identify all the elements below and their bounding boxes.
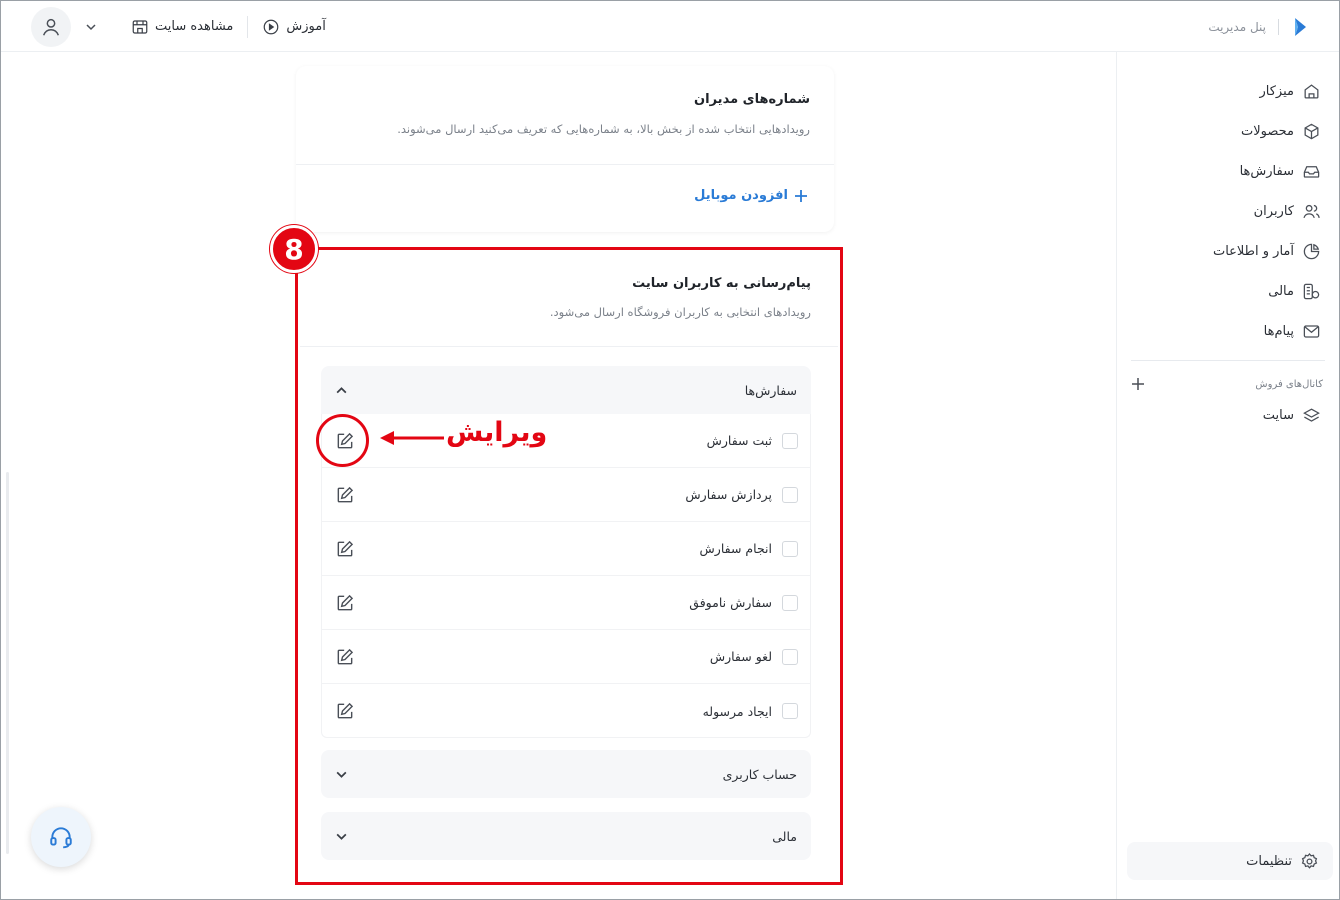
layers-icon <box>1303 407 1320 422</box>
sidebar-item-dashboard[interactable]: میزکار <box>1260 78 1322 104</box>
sidebar-item-label: کاربران <box>1253 203 1294 219</box>
sidebar-item-label: سایت <box>1262 407 1294 423</box>
add-channel-plus-icon[interactable] <box>1131 377 1145 391</box>
annotation-label: ویرایش <box>446 417 548 448</box>
brand-text: پنل مدیریت <box>1208 19 1266 34</box>
sidebar-item-site[interactable]: سایت <box>1263 402 1321 428</box>
view-site-button[interactable]: مشاهده سایت <box>131 18 233 36</box>
sidebar-divider <box>1131 360 1325 361</box>
sidebar-item-stats[interactable]: آمار و اطلاعات <box>1213 238 1321 264</box>
headset-icon <box>50 827 72 849</box>
sidebar-item-label: پیام‌ها <box>1263 323 1294 339</box>
tutorial-label: آموزش <box>286 19 326 34</box>
top-bar-actions: مشاهده سایت آموزش <box>31 1 326 52</box>
sales-channels-header: کانال‌های فروش <box>1131 374 1323 394</box>
add-mobile-label: افزودن موبایل <box>694 188 788 203</box>
gear-icon <box>1301 852 1318 869</box>
sidebar: میزکار محصولات سفارش‌ها کاربران آمار و ا… <box>1116 52 1339 899</box>
settings-label: تنظیمات <box>1246 853 1292 869</box>
add-mobile-button[interactable]: افزودن موبایل <box>694 188 808 203</box>
sidebar-item-label: میزکار <box>1259 83 1295 99</box>
sidebar-item-label: آمار و اطلاعات <box>1212 243 1294 259</box>
support-button[interactable] <box>31 807 91 867</box>
sidebar-item-finance[interactable]: مالی <box>1268 278 1321 304</box>
sidebar-item-settings[interactable]: تنظیمات <box>1127 842 1333 880</box>
top-bar: مشاهده سایت آموزش پنل مدیریت <box>1 1 1339 52</box>
sidebar-item-label: سفارش‌ها <box>1239 163 1294 179</box>
scrollbar[interactable] <box>6 472 9 854</box>
plus-icon <box>795 189 807 202</box>
sales-channels-label: کانال‌های فروش <box>1255 378 1323 390</box>
admins-numbers-card: شماره‌های مدیران رویدادهایی انتخاب شده ا… <box>296 66 834 232</box>
brand[interactable]: پنل مدیریت <box>1208 1 1309 52</box>
highlight-box <box>295 247 843 885</box>
sidebar-item-label: محصولات <box>1241 123 1294 139</box>
box-icon <box>1304 123 1319 139</box>
top-divider <box>247 15 249 38</box>
step-number-badge: 8 <box>270 225 318 273</box>
user-icon <box>42 18 60 36</box>
pie-chart-icon <box>1303 243 1320 259</box>
sidebar-item-orders[interactable]: سفارش‌ها <box>1240 158 1321 184</box>
inbox-icon <box>1303 165 1320 178</box>
users-icon <box>1303 204 1320 218</box>
brand-logo-icon <box>1295 17 1306 36</box>
user-avatar[interactable] <box>31 6 71 47</box>
view-site-label: مشاهده سایت <box>155 19 234 34</box>
coins-icon <box>1303 283 1320 299</box>
admins-card-title: شماره‌های مدیران <box>694 92 810 107</box>
play-circle-icon <box>264 19 279 34</box>
sidebar-item-products[interactable]: محصولات <box>1241 118 1321 144</box>
user-menu-chevron-down-icon[interactable] <box>79 15 103 39</box>
sidebar-item-label: مالی <box>1268 283 1294 299</box>
sidebar-item-users[interactable]: کاربران <box>1254 198 1321 224</box>
brand-divider <box>1278 18 1279 35</box>
mail-icon <box>1303 324 1320 338</box>
sidebar-item-messages[interactable]: پیام‌ها <box>1264 318 1321 344</box>
tutorial-button[interactable]: آموزش <box>262 18 326 36</box>
admins-card-subtitle: رویدادهایی انتخاب شده از بخش بالا، به شم… <box>397 122 810 136</box>
store-icon <box>132 19 148 34</box>
home-icon <box>1304 83 1319 98</box>
edit-highlight-circle <box>316 414 369 467</box>
arrow-left-icon <box>380 431 444 445</box>
card-divider <box>296 164 834 165</box>
